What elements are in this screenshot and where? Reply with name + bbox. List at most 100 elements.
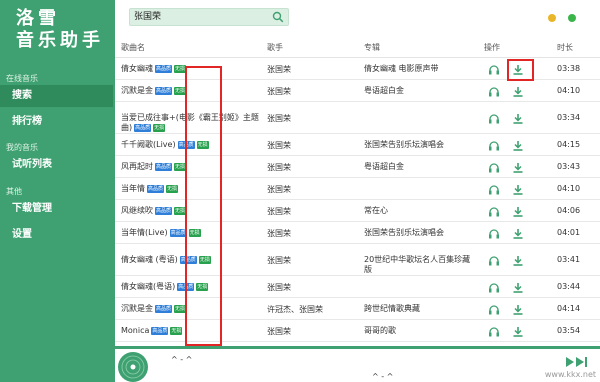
listen-headphone-icon[interactable]	[488, 113, 500, 124]
app-logo: 洛雪 音乐助手	[16, 8, 108, 52]
download-icon[interactable]	[512, 228, 524, 239]
listen-headphone-icon[interactable]	[488, 255, 500, 266]
table-row[interactable]: 倩女幽魂 (粤语) 高品质 无损 张国荣 20世纪中华歌坛名人百集珍藏版 03:41	[115, 244, 600, 276]
song-name: 当年情(Live) 高品质 无损	[121, 228, 261, 238]
song-duration: 04:01	[557, 228, 581, 237]
table-row[interactable]: Monica 高品质 无损 张国荣 哥哥的歌 03:54	[115, 320, 600, 342]
song-name: 倩女幽魂(粤语) 高品质 无损	[121, 282, 261, 292]
listen-headphone-icon[interactable]	[488, 140, 500, 151]
song-duration: 03:43	[557, 162, 581, 171]
listen-headphone-icon[interactable]	[488, 206, 500, 217]
listen-headphone-icon[interactable]	[488, 304, 500, 315]
song-album: 张国荣告别乐坛演唱会	[364, 228, 444, 237]
song-duration: 04:10	[557, 184, 581, 193]
download-icon[interactable]	[512, 184, 524, 195]
table-row[interactable]: 倩女幽魂(粤语) 高品质 无损 张国荣 03:44	[115, 276, 600, 298]
table-header: 歌曲名 歌手 专辑 操作 时长	[115, 36, 600, 58]
tag-lossless: 无损	[170, 326, 183, 335]
search-input[interactable]: 张国荣	[129, 8, 289, 26]
song-duration: 03:44	[557, 282, 581, 291]
sidebar-item-downloads[interactable]: 下载管理	[0, 198, 113, 220]
song-duration: 03:38	[557, 64, 581, 73]
song-name-text: 当年情	[121, 184, 145, 193]
tag-high-quality: 高品质	[155, 304, 173, 313]
tag-high-quality: 高品质	[147, 184, 165, 193]
listen-headphone-icon[interactable]	[488, 162, 500, 173]
song-name: 千千阙歌(Live) 高品质 无损	[121, 140, 261, 150]
song-duration: 04:06	[557, 206, 581, 215]
listen-headphone-icon[interactable]	[488, 282, 500, 293]
table-row[interactable]: 当爱已成往事+(电影《霸王别姬》主题曲) 高品质 无损 张国荣 03:34	[115, 102, 600, 134]
listen-headphone-icon[interactable]	[488, 326, 500, 337]
song-album: 20世纪中华歌坛名人百集珍藏版	[364, 255, 471, 274]
tag-lossless: 无损	[198, 255, 211, 264]
song-name: 倩女幽魂 高品质 无损	[121, 64, 261, 74]
listen-headphone-icon[interactable]	[488, 184, 500, 195]
song-album: 粤语超白金	[364, 162, 404, 171]
song-name-text: Monica	[121, 326, 150, 335]
tag-high-quality: 高品质	[179, 255, 197, 264]
listen-headphone-icon[interactable]	[488, 228, 500, 239]
song-artist: 张国荣	[267, 185, 291, 194]
download-icon[interactable]	[512, 255, 524, 266]
song-name-text: 倩女幽魂	[121, 64, 153, 73]
song-duration: 04:10	[557, 86, 581, 95]
download-icon[interactable]	[512, 113, 524, 124]
listen-headphone-icon[interactable]	[488, 86, 500, 97]
song-name-text: 风继续吹	[121, 206, 153, 215]
table-row[interactable]: 沉默是金 高品质 无损 张国荣 粤语超白金 04:10	[115, 80, 600, 102]
tag-lossless: 无损	[196, 282, 209, 291]
song-name-text: 千千阙歌(Live)	[121, 140, 176, 149]
play-controls-icon[interactable]	[564, 355, 594, 369]
column-header-name: 歌曲名	[121, 43, 145, 52]
section-my-music: 我的音乐	[6, 143, 38, 152]
song-artist: 张国荣	[267, 163, 291, 172]
download-icon[interactable]	[512, 140, 524, 151]
section-online-music: 在线音乐	[6, 74, 38, 83]
song-artist: 张国荣	[267, 65, 291, 74]
table-row[interactable]: 当年情(Live) 高品质 无损 张国荣 张国荣告别乐坛演唱会 04:01	[115, 222, 600, 244]
download-icon[interactable]	[512, 282, 524, 293]
album-disc-icon[interactable]	[118, 352, 148, 382]
tag-lossless: 无损	[174, 64, 187, 73]
tag-high-quality: 高品质	[151, 326, 169, 335]
table-row[interactable]: 千千阙歌(Live) 高品质 无损 张国荣 张国荣告别乐坛演唱会 04:15	[115, 134, 600, 156]
table-row[interactable]: 倩女幽魂 高品质 无损 张国荣 倩女幽魂 电影原声带 03:38	[115, 58, 600, 80]
sidebar-item-settings[interactable]: 设置	[0, 224, 113, 246]
sidebar-item-charts[interactable]: 排行榜	[0, 111, 113, 133]
song-duration: 04:15	[557, 140, 581, 149]
player-song-title: ^ - ^	[171, 355, 193, 364]
song-artist: 张国荣	[267, 229, 291, 238]
song-duration: 03:54	[557, 326, 581, 335]
minimize-window-button[interactable]	[548, 14, 556, 22]
song-artist: 许冠杰、张国荣	[267, 305, 323, 314]
app-window: 洛雪 音乐助手 在线音乐 搜索 排行榜 我的音乐 试听列表 其他 下载管理 设置…	[0, 0, 600, 382]
table-row[interactable]: 当年情 高品质 无损 张国荣 04:10	[115, 178, 600, 200]
download-icon[interactable]	[512, 86, 524, 97]
logo-line-1: 洛雪	[16, 8, 60, 29]
column-header-duration: 时长	[557, 43, 573, 52]
search-value: 张国荣	[134, 12, 162, 22]
section-other: 其他	[6, 187, 22, 196]
search-icon[interactable]	[272, 11, 284, 23]
sidebar-item-trial-list[interactable]: 试听列表	[0, 154, 113, 176]
download-icon[interactable]	[512, 304, 524, 315]
download-icon[interactable]	[512, 64, 524, 75]
song-album: 粤语超白金	[364, 86, 404, 95]
song-name: 风继续吹 高品质 无损	[121, 206, 261, 216]
sidebar-item-search[interactable]: 搜索	[0, 85, 113, 107]
download-icon[interactable]	[512, 206, 524, 217]
table-row[interactable]: 风再起时 高品质 无损 张国荣 粤语超白金 03:43	[115, 156, 600, 178]
download-icon[interactable]	[512, 162, 524, 173]
listen-headphone-icon[interactable]	[488, 64, 500, 75]
tag-high-quality: 高品质	[177, 282, 195, 291]
tag-high-quality: 高品质	[134, 123, 152, 132]
tag-high-quality: 高品质	[155, 64, 173, 73]
maximize-window-button[interactable]	[568, 14, 576, 22]
table-row[interactable]: 沉默是金 高品质 无损 许冠杰、张国荣 跨世纪情歌典藏 04:14	[115, 298, 600, 320]
table-row[interactable]: 风继续吹 高品质 无损 张国荣 常在心 04:06	[115, 200, 600, 222]
download-icon[interactable]	[512, 326, 524, 337]
sidebar: 洛雪 音乐助手 在线音乐 搜索 排行榜 我的音乐 试听列表 其他 下载管理 设置	[0, 0, 115, 382]
song-name: Monica 高品质 无损	[121, 326, 261, 336]
tag-high-quality: 高品质	[155, 162, 173, 171]
